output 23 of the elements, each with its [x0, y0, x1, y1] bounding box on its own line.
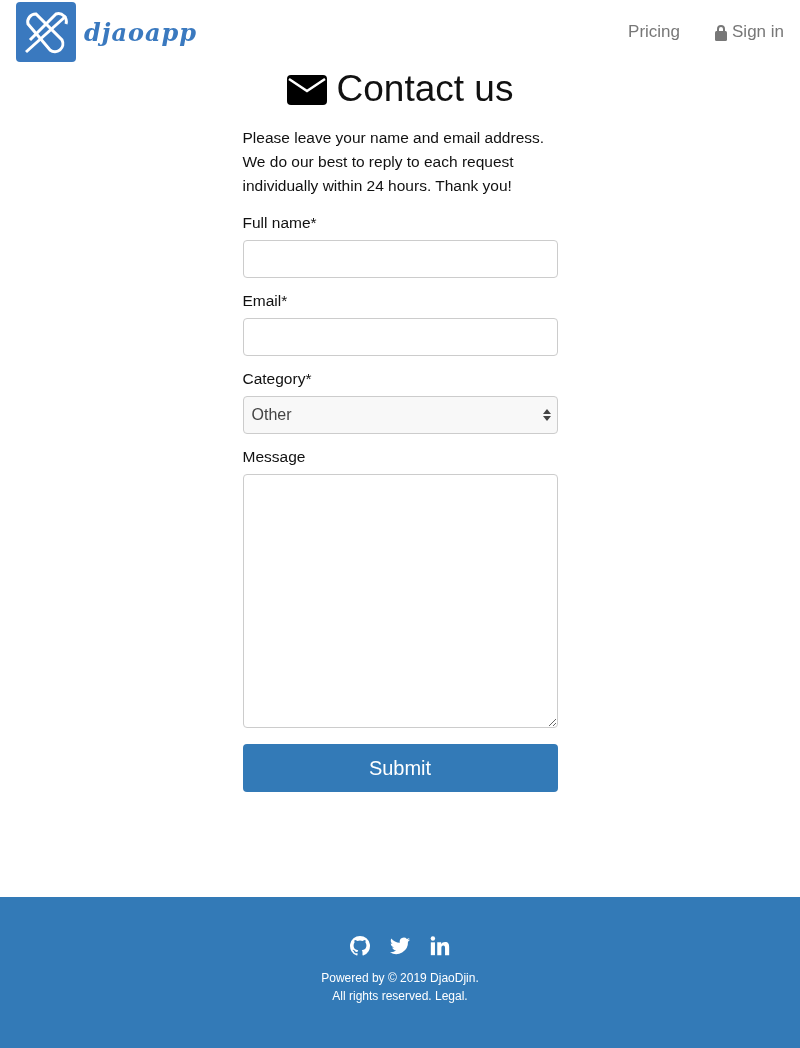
page-title: Contact us: [336, 68, 514, 110]
field-label: Message: [242, 448, 307, 466]
field-label: Email*: [242, 292, 289, 310]
pricing-link[interactable]: Pricing: [628, 22, 680, 42]
submit-button[interactable]: Submit: [242, 744, 558, 792]
field-label: Full name*: [242, 214, 318, 232]
message-field[interactable]: [242, 474, 558, 728]
field-label: Category*: [242, 370, 313, 388]
intro-text: Please leave your name and email address. We do our best to reply to each request individually within 24 hours. Thank you!: [242, 128, 546, 196]
github-icon[interactable]: [349, 935, 371, 957]
footer-text: Powered by © 2019 DjaoDjin.: [321, 970, 479, 987]
logo-icon[interactable]: [16, 2, 76, 62]
input-field[interactable]: [242, 240, 558, 278]
footer-text: All rights reserved. Legal.: [332, 988, 468, 1005]
twitter-icon[interactable]: [389, 935, 411, 957]
linkedin-icon[interactable]: [429, 935, 451, 957]
input-field[interactable]: [242, 318, 558, 356]
select-arrows-icon: [542, 408, 551, 422]
category-select[interactable]: Other: [242, 396, 558, 434]
brand-name[interactable]: djaoapp: [84, 17, 198, 47]
lock-icon: [714, 23, 728, 41]
envelope-icon: [286, 73, 327, 105]
sign-in-link[interactable]: Sign in: [714, 22, 784, 42]
